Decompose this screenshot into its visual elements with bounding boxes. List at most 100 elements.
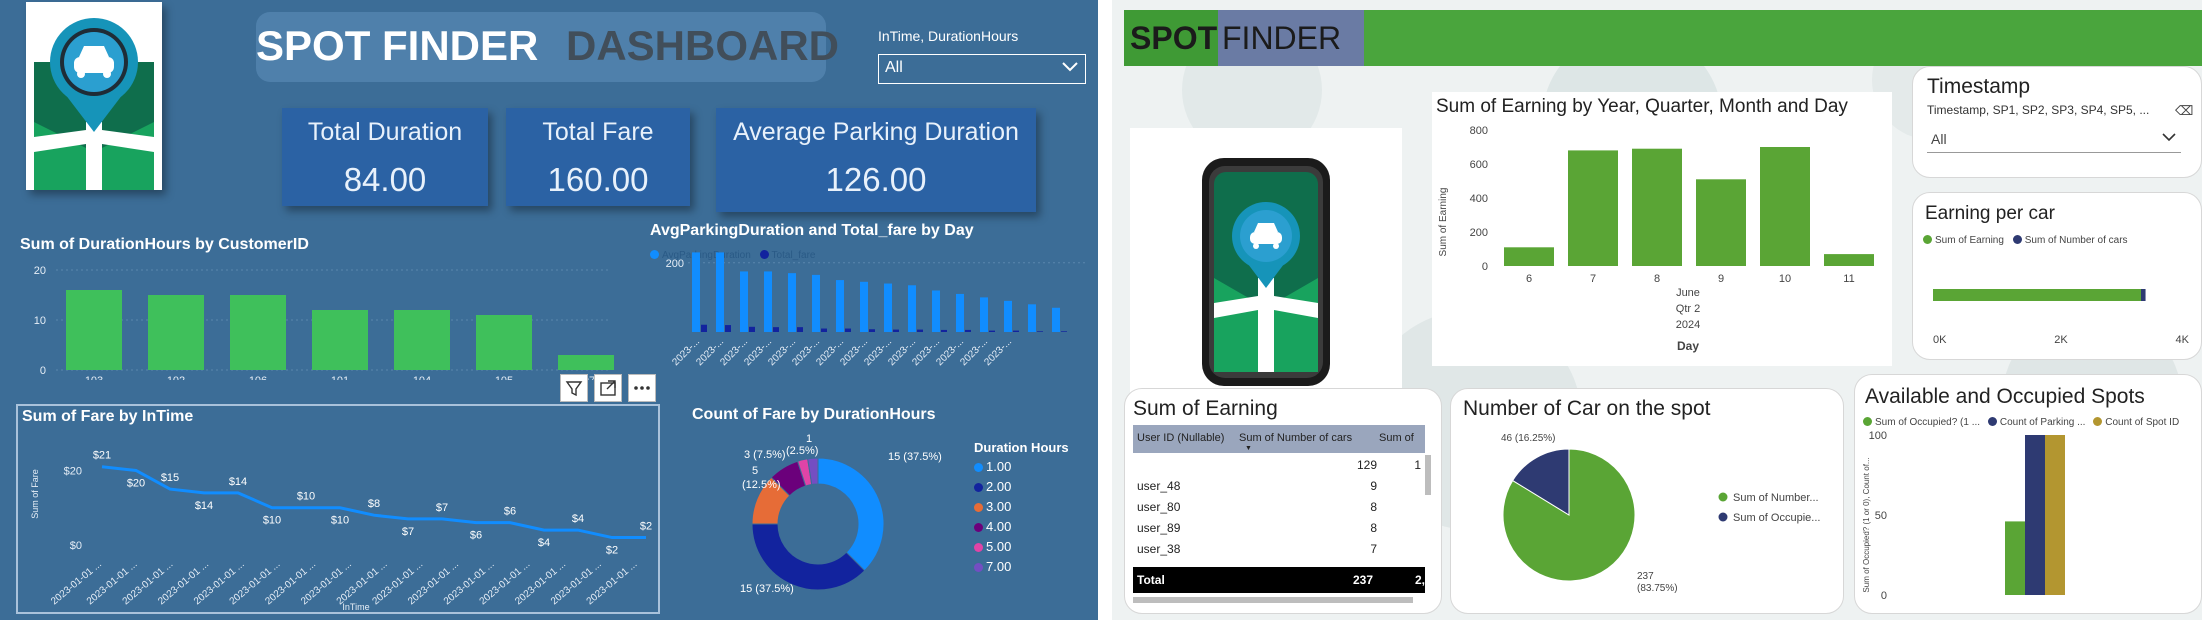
bar [1052,307,1060,332]
total-label: Total [1137,573,1165,587]
x-tick-label: 103 [85,375,103,380]
y-tick-label: $0 [70,540,82,552]
sum-of-earning-table-visual[interactable]: Sum of Earning User ID (Nullable) Sum of… [1124,388,1442,614]
data-label: 3 (7.5%) [744,449,786,461]
table-total-row: Total 237 2, [1133,567,1425,593]
cell-number-of-cars: 129 [1356,458,1377,472]
y-axis-label: Sum of Fare [30,469,40,519]
legend-label: Sum of Number... [1733,492,1819,504]
legend-dot [1718,492,1728,502]
table-row[interactable]: user_89 8 [1133,518,1425,538]
pie-chart: 46 (16.25%) 237(83.75%) Sum of Number... Su… [1501,433,1820,594]
table-row[interactable]: user_38 7 [1133,539,1425,559]
car-on-spot-visual[interactable]: Number of Car on the spot 46 (16.25%) 237… [1450,388,1844,614]
slicer-value: All [885,59,903,76]
more-options-icon[interactable] [628,374,656,402]
avg-duration-fare-visual[interactable]: AvgParkingDuration and Total_fare by Day… [648,218,1098,380]
data-label: $7 [402,526,414,538]
column-header[interactable]: User ID (Nullable) [1137,432,1224,444]
y-tick-label: 600 [1470,159,1488,171]
horizontal-scrollbar[interactable] [1133,597,1413,603]
legend-dot [974,563,983,572]
legend-dot [974,463,983,472]
visual-header-toolbar [560,374,656,402]
x-tick-label: 8 [1654,273,1660,285]
x-group-label: 2024 [1676,319,1700,331]
spot-finder-logo [26,2,162,190]
y-axis-label: Sum of Earning [1438,188,1449,257]
legend-label: 5.00 [986,539,1012,554]
table-row[interactable]: user_48 9 [1133,476,1425,496]
data-label: 15 (37.5%) [740,583,794,595]
y-axis-label: Sum of Occupied? (1 or 0), Count of... [1862,457,1871,592]
legend-item: 4.00 [974,519,1094,539]
earning-by-date-visual[interactable]: Sum of Earning by Year, Quarter, Month a… [1432,92,1892,366]
header-finder: FINDER [1218,10,1364,66]
kpi-label: Total Fare [542,118,654,146]
bar [1504,247,1554,266]
table-row[interactable]: user_80 8 [1133,497,1425,517]
bar [941,329,947,332]
bar [1028,304,1036,332]
slicer-dropdown[interactable]: All [878,54,1086,84]
column-header[interactable]: Sum of Number of cars [1239,432,1352,444]
bar [980,297,988,332]
bar [869,329,875,332]
data-label: $6 [470,530,482,542]
donut-legend: Duration Hours 1.00 2.00 3.00 4.00 5.00 7.00 [974,440,1094,579]
vertical-scrollbar[interactable] [1425,455,1431,495]
legend-label: 2.00 [986,479,1012,494]
bar [932,290,940,332]
x-tick-label: 105 [495,375,513,380]
earning-per-car-chart: 0K 2K 4K [1933,289,2190,346]
bar [1037,331,1043,332]
available-occupied-visual[interactable]: Available and Occupied Spots Sum of Occu… [1854,374,2202,614]
data-label: $21 [93,450,111,462]
logo-tile [26,2,162,190]
data-label: $10 [297,491,315,503]
data-label: $2 [606,545,618,557]
focus-mode-icon[interactable] [594,374,622,402]
data-label: (83.75%) [1637,583,1678,594]
kpi-value: 126.00 [825,161,927,198]
data-label: $10 [331,515,349,527]
column-header[interactable]: Sum of [1379,432,1414,444]
y-tick-label: 0 [1482,261,1488,273]
title-spot-finder: SPOT FINDER [256,22,539,69]
chevron-down-icon [2161,129,2177,148]
table-row[interactable]: 129 1 [1133,455,1425,475]
x-tick-label: 9 [1718,273,1724,285]
intime-duration-slicer: InTime, DurationHours All [878,28,1086,86]
bar [749,326,755,332]
bar [764,271,772,332]
legend-label: 3.00 [986,499,1012,514]
earning-per-car-visual[interactable]: Earning per car Sum of Earning Sum of Nu… [1912,192,2202,360]
total-extra: 2, [1415,573,1426,587]
filter-icon[interactable] [560,374,588,402]
fare-by-duration-visual[interactable]: Count of Fare by DurationHours 15 (37.5%… [680,398,1098,616]
bar [845,328,851,332]
bar [884,283,892,332]
bar [66,290,122,370]
data-label: $8 [368,498,380,510]
cell-user-id: user_89 [1137,521,1181,535]
bar [821,328,827,332]
kpi-total-fare: Total Fare 160.00 [506,108,690,206]
data-label: 1 [806,433,812,445]
eraser-icon[interactable]: ⌫ [2175,103,2193,119]
slicer-dropdown[interactable]: All [1927,125,2181,153]
bar [788,273,796,332]
data-label: $7 [436,502,448,514]
duration-by-customer-visual[interactable]: Sum of DurationHours by CustomerID 20 10 0… [8,232,620,380]
cell-user-id: user_38 [1137,542,1181,556]
fare-by-intime-visual[interactable]: Sum of Fare by InTime $20 $0 Sum of Fare In… [16,404,660,614]
slicer-title: Timestamp [1927,75,2031,98]
phone-logo-icon [1202,158,1330,386]
title-dashboard: DASHBOARD [566,22,839,69]
bar [692,252,700,332]
sort-descending-icon: ▼ [1245,445,1252,452]
bar [1824,254,1874,266]
bar [1013,330,1019,332]
table-header: User ID (Nullable) Sum of Number of cars… [1133,425,1425,453]
data-label: $14 [229,476,247,488]
